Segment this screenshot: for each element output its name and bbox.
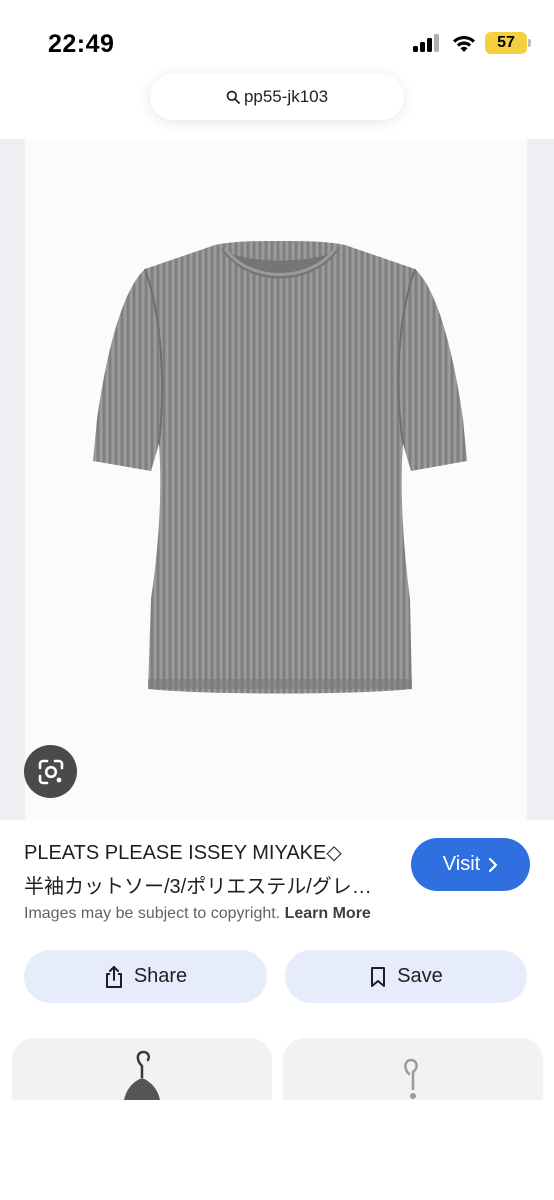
- image-viewer: [0, 139, 554, 820]
- share-label: Share: [133, 965, 188, 987]
- wifi-icon: [453, 35, 475, 52]
- result-title-line-2[interactable]: 半袖カットソー/3/ポリエステル/グレ…: [24, 870, 389, 899]
- copyright-notice: Images may be subject to copyright. Lear…: [24, 905, 371, 923]
- hanger-thumbnail: [404, 1058, 418, 1099]
- search-query-text: pp55-jk103: [243, 87, 329, 106]
- visit-label: Visit: [442, 853, 481, 875]
- related-result-card[interactable]: [12, 1038, 272, 1100]
- chevron-right-icon: [489, 857, 498, 872]
- lens-button[interactable]: [24, 745, 77, 798]
- share-button[interactable]: Share: [24, 950, 267, 1003]
- copyright-text: Images may be subject to copyright.: [24, 905, 281, 922]
- battery-icon: 57: [485, 32, 531, 54]
- cellular-signal-icon: [413, 34, 441, 52]
- learn-more-link[interactable]: Learn More: [285, 905, 371, 922]
- hanger-shirt-thumbnail: [124, 1050, 160, 1100]
- result-title-line-1[interactable]: PLEATS PLEASE ISSEY MIYAKE◇: [24, 840, 342, 865]
- status-time: 22:49: [48, 30, 115, 58]
- share-icon: [105, 965, 122, 988]
- product-image-card[interactable]: [25, 139, 527, 820]
- related-result-card[interactable]: [283, 1038, 543, 1100]
- visit-button[interactable]: Visit: [411, 838, 530, 891]
- grey-pleated-top-image: [93, 241, 467, 694]
- save-label: Save: [397, 965, 443, 987]
- save-button[interactable]: Save: [285, 950, 527, 1003]
- lens-icon: [38, 759, 63, 784]
- search-icon: [226, 90, 240, 104]
- bookmark-icon: [371, 966, 386, 987]
- bottom-blank-area: [0, 1100, 554, 1200]
- search-query-pill[interactable]: pp55-jk103: [150, 74, 404, 120]
